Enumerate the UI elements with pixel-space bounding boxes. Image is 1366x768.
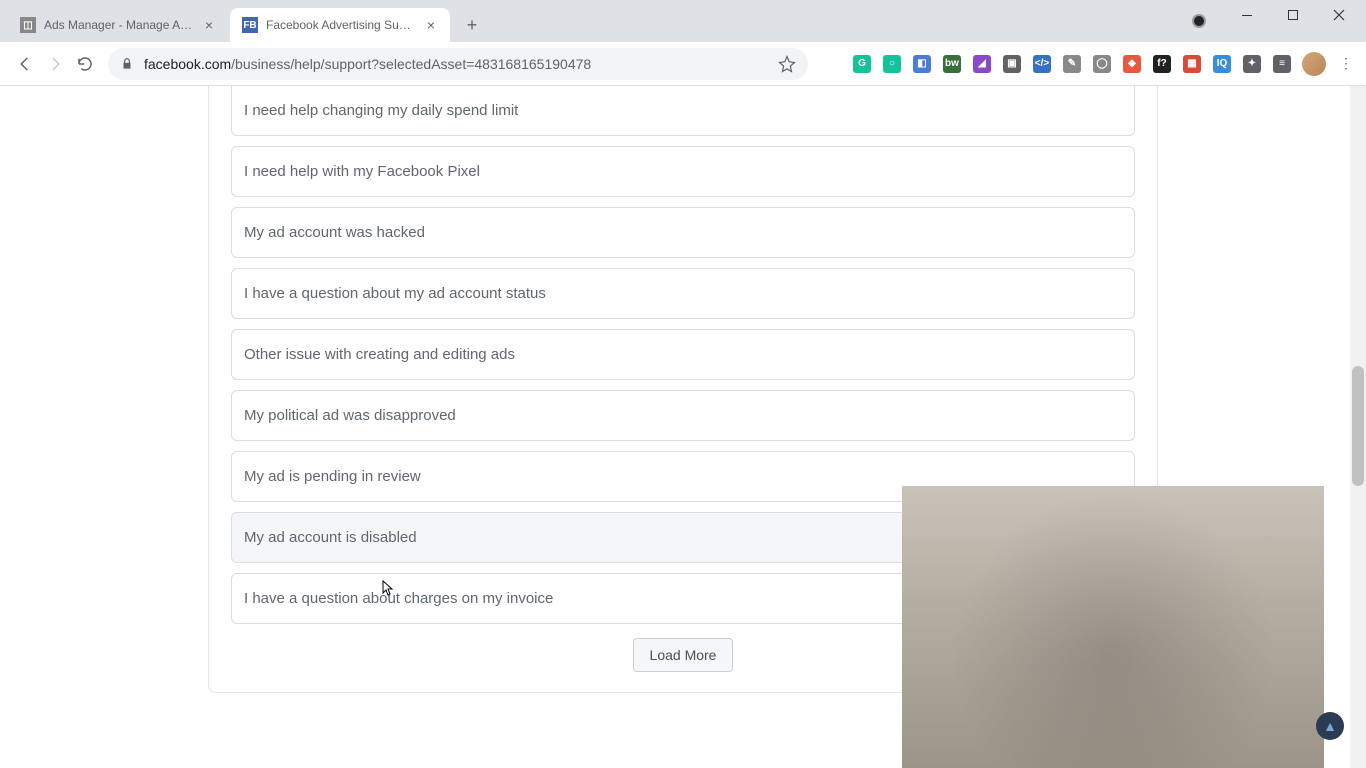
floating-badge-icon[interactable]: ▲ [1316, 712, 1344, 740]
scrollbar-thumb[interactable] [1352, 366, 1364, 486]
panel-ext-icon[interactable]: ▣ [1002, 54, 1022, 74]
page-viewport: I need help changing my daily spend limi… [0, 86, 1366, 768]
minimize-button[interactable] [1224, 0, 1270, 30]
reload-button[interactable] [70, 49, 100, 79]
bw-ext-icon[interactable]: bw [942, 54, 962, 74]
support-option[interactable]: I have a question about my ad account st… [231, 268, 1135, 319]
list-ext-icon[interactable]: ≡ [1272, 54, 1292, 74]
webcam-overlay [902, 486, 1324, 768]
support-option[interactable]: I need help with my Facebook Pixel [231, 146, 1135, 197]
browser-tab[interactable]: ◫ Ads Manager - Manage Ads - Ca × [8, 8, 228, 42]
browser-tab-strip: ◫ Ads Manager - Manage Ads - Ca × FB Fac… [0, 0, 1366, 42]
vertical-scrollbar[interactable] [1350, 86, 1366, 768]
address-bar[interactable]: facebook.com/business/help/support?selec… [108, 48, 808, 80]
grammarly-icon[interactable]: G [852, 54, 872, 74]
lock-icon [120, 57, 134, 71]
profile-avatar[interactable] [1302, 52, 1326, 76]
puzzle-ext-icon[interactable]: ✦ [1242, 54, 1262, 74]
iq-ext-icon[interactable]: IQ [1212, 54, 1232, 74]
extension-strip: G ○ ◧ bw ◢ ▣ </> ✎ ◯ ◆ f? ▦ IQ ✦ ≡ ⋮ [852, 52, 1356, 76]
support-option[interactable]: Other issue with creating and editing ad… [231, 329, 1135, 380]
mosaic-ext-icon[interactable]: ▦ [1182, 54, 1202, 74]
close-icon[interactable]: × [424, 18, 438, 32]
maximize-button[interactable] [1270, 0, 1316, 30]
recording-indicator-icon [1192, 14, 1206, 28]
code-ext-icon[interactable]: </> [1032, 54, 1052, 74]
forward-button[interactable] [40, 49, 70, 79]
tab-favicon: ◫ [20, 17, 36, 33]
edit-ext-icon[interactable]: ✎ [1062, 54, 1082, 74]
browser-tab-active[interactable]: FB Facebook Advertising Support | F × [230, 8, 450, 42]
color-ext-icon[interactable]: ◆ [1122, 54, 1142, 74]
circle-ext-icon[interactable]: ○ [882, 54, 902, 74]
support-option[interactable]: My political ad was disapproved [231, 390, 1135, 441]
square-blue-icon[interactable]: ◧ [912, 54, 932, 74]
new-tab-button[interactable]: + [458, 11, 486, 39]
bookmark-star-icon[interactable] [778, 55, 796, 73]
window-controls [1224, 0, 1362, 30]
back-button[interactable] [10, 49, 40, 79]
chrome-menu-icon[interactable]: ⋮ [1336, 54, 1356, 74]
url-text: facebook.com/business/help/support?selec… [144, 56, 591, 72]
tab-title: Facebook Advertising Support | F [266, 18, 416, 32]
tab-title: Ads Manager - Manage Ads - Ca [44, 18, 194, 32]
close-window-button[interactable] [1316, 0, 1362, 30]
support-option[interactable]: I need help changing my daily spend limi… [231, 86, 1135, 136]
tab-favicon: FB [242, 17, 258, 33]
purple-ext-icon[interactable]: ◢ [972, 54, 992, 74]
circle-grey-icon[interactable]: ◯ [1092, 54, 1112, 74]
load-more-button[interactable]: Load More [633, 638, 734, 672]
browser-toolbar: facebook.com/business/help/support?selec… [0, 42, 1366, 86]
support-option[interactable]: My ad account was hacked [231, 207, 1135, 258]
close-icon[interactable]: × [202, 18, 216, 32]
f-ext-icon[interactable]: f? [1152, 54, 1172, 74]
